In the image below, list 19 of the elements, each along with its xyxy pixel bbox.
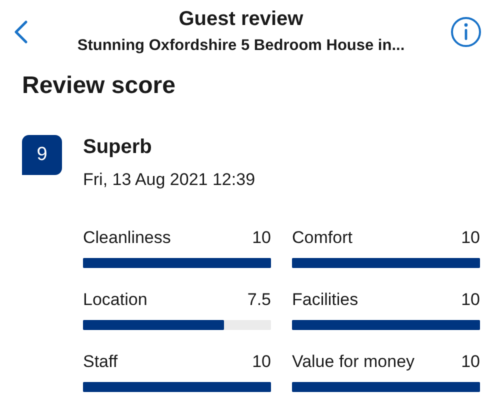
category-name: Staff xyxy=(83,351,118,373)
category-score: 10 xyxy=(461,351,480,373)
category-name: Facilities xyxy=(292,289,358,311)
info-button[interactable] xyxy=(450,16,482,48)
category-score: 10 xyxy=(252,351,271,373)
score-badge: 9 xyxy=(22,135,62,175)
rating-label: Superb xyxy=(83,135,153,159)
category-score: 10 xyxy=(252,227,271,249)
category-score: 10 xyxy=(461,289,480,311)
category-score: 7.5 xyxy=(247,289,271,311)
screen-title: Guest review xyxy=(178,7,304,32)
category-name: Location xyxy=(83,289,148,311)
category-name: Value for money xyxy=(292,351,415,373)
category-name: Comfort xyxy=(292,227,352,249)
section-heading: Review score xyxy=(21,71,176,100)
property-name: Stunning Oxfordshire 5 Bedroom House in... xyxy=(76,36,406,56)
category-score: 10 xyxy=(461,227,480,249)
category-name: Cleanliness xyxy=(83,227,171,249)
review-date: Fri, 13 Aug 2021 12:39 xyxy=(83,169,256,191)
